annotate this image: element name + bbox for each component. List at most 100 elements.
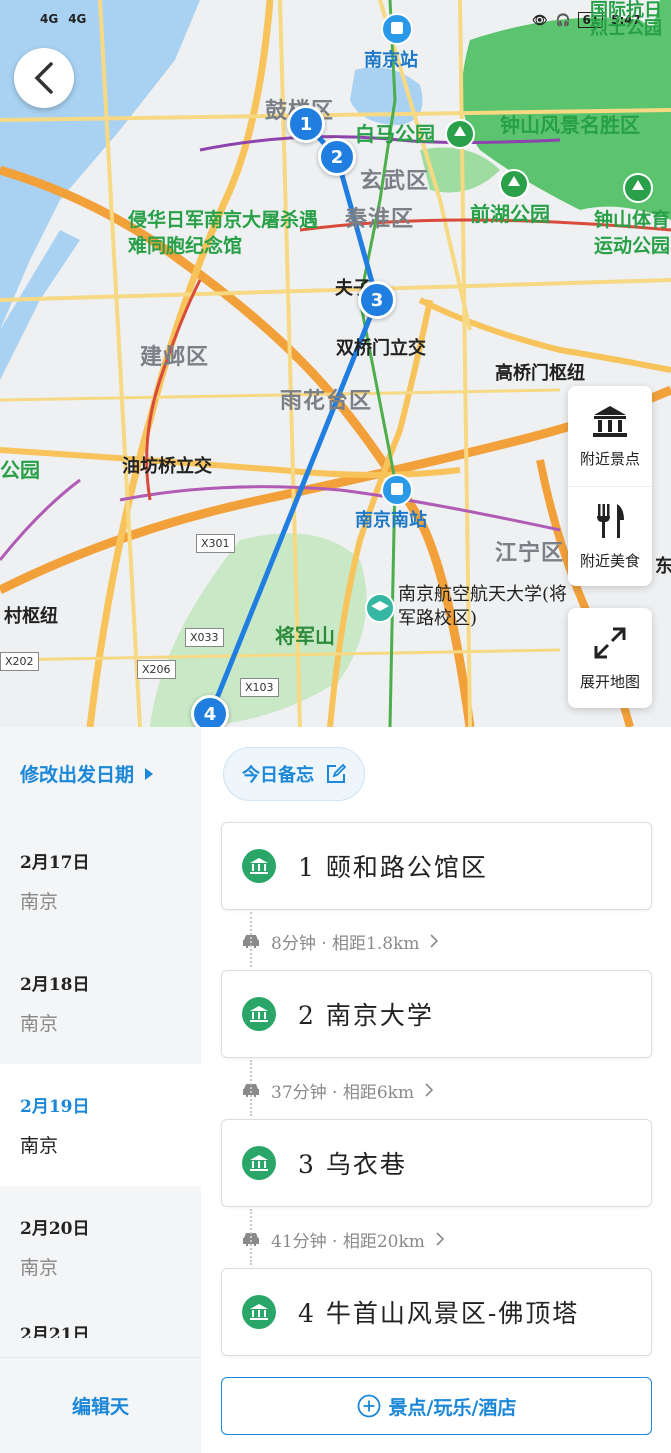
route-marker-4[interactable]: 4: [191, 695, 229, 727]
poi-card-4[interactable]: 4 牛首山风景区-佛顶塔: [221, 1268, 652, 1356]
map-label-gaoqiaomen: 高桥门枢纽: [495, 363, 585, 384]
expand-icon: [594, 627, 626, 658]
road-shield: X202: [0, 652, 39, 671]
map-label-memorial-hall: 侵华日军南京大屠杀遇难同胞纪念馆: [128, 209, 319, 257]
train-station-icon: [381, 474, 413, 506]
day-city: 南京: [20, 1013, 59, 1035]
add-activity-button[interactable]: 景点/玩乐/酒店: [221, 1377, 652, 1435]
transit-text: 37分钟 · 相距6km: [271, 1082, 415, 1103]
day-date: 2月19日: [20, 1097, 90, 1117]
map-label-cun-hub: 村枢纽: [4, 606, 58, 627]
train-station-icon: [381, 13, 413, 45]
map-label-jiangning: 江宁区: [495, 540, 565, 566]
map-label-qianhu-park: 前湖公园: [470, 202, 550, 226]
expand-map-panel: 展开地图: [568, 608, 652, 708]
edit-icon: [327, 764, 346, 783]
day-date: 2月21日: [20, 1325, 90, 1338]
attraction-icon: [242, 1295, 276, 1329]
day-date: 2月20日: [20, 1219, 90, 1239]
itinerary-panel: 今日备忘 1 颐和路公馆区 8分钟 · 相距1.8km 2 南京大学 37分钟 …: [201, 727, 671, 1453]
map-label-nuaa: 南京航空航天大学(将军路校区): [398, 584, 568, 630]
road-shield: X206: [137, 660, 176, 679]
map-label-jiangjunshan: 将军山: [275, 624, 335, 648]
nearby-food-label: 附近美食: [579, 552, 640, 570]
connector-line: [250, 1060, 252, 1116]
chevron-right-icon: [430, 934, 439, 948]
map-label-intl-memorial: 国际抗日烈士公园: [590, 0, 662, 39]
attraction-icon: [242, 997, 276, 1031]
day-item[interactable]: 2月20日 南京: [0, 1186, 201, 1308]
transit-info-1[interactable]: 8分钟 · 相距1.8km: [241, 921, 439, 961]
nearby-food-button[interactable]: 附近美食: [568, 486, 652, 586]
map-label-east-edge: 东: [655, 556, 671, 577]
day-item[interactable]: 2月17日 南京: [0, 820, 201, 942]
map-label-shuangqiaomen: 双桥门立交: [336, 338, 426, 359]
map-label-nanjing-station: 南京站: [364, 50, 418, 71]
map-label-xuanwu: 玄武区: [360, 168, 430, 194]
signal-icon: 4G: [40, 12, 59, 26]
nearby-panel: 附近景点 附近美食: [568, 386, 652, 586]
attraction-icon: [242, 849, 276, 883]
plus-circle-icon: [357, 1394, 380, 1418]
map-label-qinhuai: 秦淮区: [345, 206, 415, 232]
nearby-sights-button[interactable]: 附近景点: [568, 386, 652, 486]
signal-icon-2: 4G: [68, 12, 87, 26]
day-item-partial[interactable]: 2月21日: [0, 1308, 201, 1338]
transit-text: 8分钟 · 相距1.8km: [271, 933, 420, 954]
park-tree-icon: [445, 119, 475, 149]
map-label-yuhuatai: 雨花台区: [280, 388, 373, 414]
transit-info-3[interactable]: 41分钟 · 相距20km: [241, 1219, 445, 1259]
university-icon: [365, 593, 395, 623]
route-marker-1[interactable]: 1: [287, 105, 325, 143]
chevron-right-icon: [425, 1083, 434, 1097]
museum-icon: [593, 405, 627, 437]
map-label-park-left: 公园: [0, 458, 40, 482]
day-city: 南京: [20, 891, 59, 913]
poi-card-2[interactable]: 2 南京大学: [221, 970, 652, 1058]
nearby-sights-label: 附近景点: [579, 449, 640, 468]
modify-date-button[interactable]: 修改出发日期: [0, 727, 201, 820]
poi-card-1[interactable]: 1 颐和路公馆区: [221, 822, 652, 910]
map-label-zhongshan-sports: 钟山体育运动公园: [594, 209, 671, 257]
back-button[interactable]: [14, 48, 74, 108]
headphone-icon: 🎧: [555, 13, 571, 27]
transit-text: 41分钟 · 相距20km: [271, 1231, 425, 1252]
poi-title: 1 颐和路公馆区: [298, 853, 488, 882]
poi-title: 4 牛首山风景区-佛顶塔: [298, 1299, 580, 1328]
days-sidebar: 修改出发日期 2月17日 南京 2月18日 南京 2月19日 南京 2月20日 …: [0, 727, 201, 1453]
modify-date-label: 修改出发日期: [20, 764, 135, 786]
map-label-nanjing-south: 南京南站: [355, 510, 427, 531]
day-date: 2月17日: [20, 853, 90, 873]
expand-map-label: 展开地图: [579, 672, 640, 691]
attraction-icon: [242, 1146, 276, 1180]
road-shield: X103: [240, 678, 279, 697]
status-bar: 4G 4G 👁 🎧 61 5:47: [40, 8, 661, 36]
park-tree-icon: [499, 169, 529, 199]
map-view[interactable]: 4G 4G 👁 🎧 61 5:47 南京站 鼓楼区 白马公园 钟山风景名胜区 国…: [0, 0, 671, 727]
day-item-selected[interactable]: 2月19日 南京: [0, 1064, 201, 1186]
route-marker-2[interactable]: 2: [318, 138, 356, 176]
map-label-baima-park: 白马公园: [355, 122, 435, 146]
transit-info-2[interactable]: 37分钟 · 相距6km: [241, 1070, 434, 1110]
park-tree-icon: [623, 173, 653, 203]
connector-line: [250, 1209, 252, 1265]
road-shield: X301: [196, 534, 235, 553]
map-label-jianye: 建邺区: [140, 344, 210, 370]
back-arrow-icon: [34, 62, 53, 94]
map-label-youfangqiao: 油坊桥立交: [122, 456, 212, 477]
map-label-zhongshan-scenic: 钟山风景名胜区: [500, 113, 640, 137]
connector-line: [250, 912, 252, 967]
day-city: 南京: [20, 1135, 59, 1157]
edit-days-button[interactable]: 编辑天: [0, 1357, 201, 1453]
today-memo-button[interactable]: 今日备忘: [223, 747, 365, 801]
caret-right-icon: [145, 767, 154, 780]
expand-map-button[interactable]: 展开地图: [568, 608, 652, 708]
route-marker-3[interactable]: 3: [358, 281, 396, 319]
poi-title: 3 乌衣巷: [298, 1150, 407, 1179]
day-city: 南京: [20, 1257, 59, 1279]
poi-card-3[interactable]: 3 乌衣巷: [221, 1119, 652, 1207]
poi-title: 2 南京大学: [298, 1001, 434, 1030]
day-item[interactable]: 2月18日 南京: [0, 942, 201, 1064]
fork-knife-icon: [597, 504, 624, 538]
day-date: 2月18日: [20, 975, 90, 995]
